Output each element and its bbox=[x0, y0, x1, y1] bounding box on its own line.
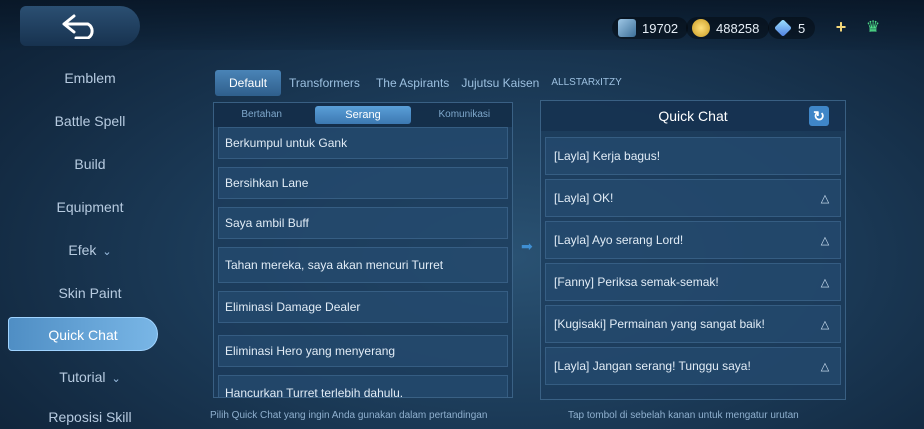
move-up-icon[interactable]: △ bbox=[810, 318, 840, 331]
quick-chat-row[interactable]: [Fanny] Periksa semak-semak! △ bbox=[545, 263, 841, 301]
sidebar-item-label: Battle Spell bbox=[54, 113, 126, 129]
arrow-right-icon: ➡ bbox=[521, 238, 533, 254]
quick-chat-title: Quick Chat bbox=[658, 108, 728, 124]
sidebar-item-build[interactable]: Build bbox=[0, 147, 180, 181]
subtab-komunikasi[interactable]: Komunikasi bbox=[417, 103, 512, 127]
refresh-button[interactable]: ↻ bbox=[809, 106, 829, 126]
quick-chat-row[interactable]: [Layla] Jangan serang! Tunggu saya! △ bbox=[545, 347, 841, 385]
sidebar-item-label: Efek bbox=[68, 242, 97, 258]
ticket-balance: 19702 bbox=[612, 17, 689, 39]
chat-option[interactable]: Saya ambil Buff bbox=[218, 207, 508, 239]
sidebar-item-equipment[interactable]: Equipment bbox=[0, 190, 180, 224]
diamond-value: 5 bbox=[798, 20, 806, 36]
quick-chat-text: [Kugisaki] Permainan yang sangat baik! bbox=[554, 317, 765, 331]
ticket-icon bbox=[618, 19, 636, 37]
quick-chat-text: [Fanny] Periksa semak-semak! bbox=[554, 275, 719, 289]
chevron-down-icon: ⌄ bbox=[102, 246, 112, 258]
quick-chat-text: [Layla] Kerja bagus! bbox=[554, 149, 661, 163]
subtabs: Bertahan Serang Komunikasi bbox=[214, 103, 512, 127]
quick-chat-panel: Quick Chat ↻ [Layla] Kerja bagus! [Layla… bbox=[540, 100, 846, 400]
tab-jujutsu-kaisen[interactable]: Jujutsu Kaisen bbox=[457, 70, 543, 96]
diamond-balance: 5 bbox=[768, 17, 816, 39]
gold-coin-icon bbox=[692, 19, 710, 37]
gold-value: 488258 bbox=[716, 20, 760, 36]
sidebar-item-efek[interactable]: Efek ⌄ bbox=[0, 233, 180, 267]
subtab-serang[interactable]: Serang bbox=[315, 106, 411, 124]
move-up-icon[interactable]: △ bbox=[810, 192, 840, 205]
quick-chat-row[interactable]: [Layla] OK! △ bbox=[545, 179, 841, 217]
chat-option[interactable]: Bersihkan Lane bbox=[218, 167, 508, 199]
sidebar-item-label: Tutorial bbox=[59, 369, 106, 385]
diamond-icon bbox=[774, 19, 792, 37]
quick-chat-row[interactable]: [Kugisaki] Permainan yang sangat baik! △ bbox=[545, 305, 841, 343]
category-tabs: Default Transformers The Aspirants Jujut… bbox=[215, 70, 630, 96]
top-bar: 19702 488258 5 + ♛ bbox=[0, 0, 924, 50]
sidebar: Emblem Battle Spell Build Equipment Efek… bbox=[0, 55, 205, 429]
ticket-value: 19702 bbox=[642, 20, 679, 36]
quick-chat-text: [Layla] OK! bbox=[554, 191, 614, 205]
chat-option[interactable]: Berkumpul untuk Gank bbox=[218, 127, 508, 159]
sidebar-item-reposisi-skill[interactable]: Reposisi Skill bbox=[0, 400, 180, 429]
sidebar-item-quick-chat[interactable]: Quick Chat bbox=[8, 317, 158, 351]
tab-default[interactable]: Default bbox=[215, 70, 282, 96]
subtab-bertahan[interactable]: Bertahan bbox=[214, 103, 309, 127]
trophy-icon[interactable]: ♛ bbox=[862, 17, 884, 39]
tab-the-aspirants[interactable]: The Aspirants bbox=[368, 70, 457, 96]
sidebar-item-label: Quick Chat bbox=[48, 327, 118, 343]
sidebar-item-label: Emblem bbox=[64, 70, 116, 86]
chat-option[interactable]: Hancurkan Turret terlebih dahulu. bbox=[218, 375, 508, 397]
chat-options-panel: Bertahan Serang Komunikasi Berkumpul unt… bbox=[213, 102, 513, 398]
sidebar-item-label: Build bbox=[74, 156, 106, 172]
chat-option[interactable]: Eliminasi Damage Dealer bbox=[218, 291, 508, 323]
chevron-down-icon: ⌄ bbox=[111, 373, 121, 385]
add-diamond-button[interactable]: + bbox=[830, 16, 852, 38]
sidebar-item-emblem[interactable]: Emblem bbox=[0, 61, 180, 95]
tab-allstarxitzy[interactable]: ALLSTARxITZY bbox=[543, 70, 629, 96]
hint-left: Pilih Quick Chat yang ingin Anda gunakan… bbox=[210, 410, 488, 421]
quick-chat-row[interactable]: [Layla] Kerja bagus! bbox=[545, 137, 841, 175]
quick-chat-row[interactable]: [Layla] Ayo serang Lord! △ bbox=[545, 221, 841, 259]
sidebar-item-label: Skin Paint bbox=[58, 285, 122, 301]
sidebar-item-label: Equipment bbox=[56, 199, 124, 215]
tab-transformers[interactable]: Transformers bbox=[281, 70, 368, 96]
chat-option[interactable]: Tahan mereka, saya akan mencuri Turret bbox=[218, 247, 508, 283]
quick-chat-text: [Layla] Ayo serang Lord! bbox=[554, 233, 684, 247]
gold-balance: 488258 bbox=[686, 17, 770, 39]
quick-chat-header: Quick Chat ↻ bbox=[541, 101, 845, 131]
sidebar-item-skin-paint[interactable]: Skin Paint bbox=[0, 276, 180, 310]
sidebar-item-tutorial[interactable]: Tutorial ⌄ bbox=[0, 360, 180, 394]
move-up-icon[interactable]: △ bbox=[810, 234, 840, 247]
move-up-icon[interactable]: △ bbox=[810, 360, 840, 373]
quick-chat-text: [Layla] Jangan serang! Tunggu saya! bbox=[554, 359, 751, 373]
back-button[interactable] bbox=[20, 6, 140, 46]
move-up-icon[interactable]: △ bbox=[810, 276, 840, 289]
hint-right: Tap tombol di sebelah kanan untuk mengat… bbox=[568, 410, 799, 421]
sidebar-item-label: Reposisi Skill bbox=[48, 409, 132, 425]
back-arrow-icon bbox=[62, 14, 94, 39]
chat-option[interactable]: Eliminasi Hero yang menyerang bbox=[218, 335, 508, 367]
sidebar-item-battle-spell[interactable]: Battle Spell bbox=[0, 104, 180, 138]
